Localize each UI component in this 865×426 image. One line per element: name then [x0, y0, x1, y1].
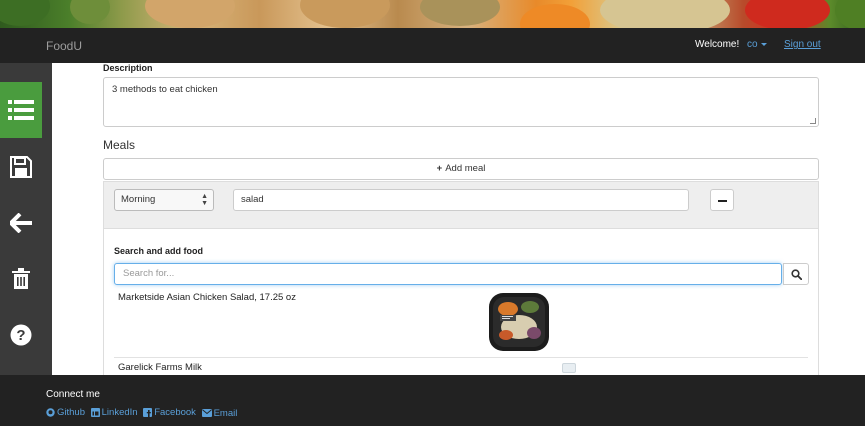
add-meal-button[interactable]: + Add meal: [103, 158, 819, 180]
milk-product-image[interactable]: [562, 363, 576, 373]
caret-down-icon: [760, 42, 767, 46]
social-links: Github LinkedIn Facebook Email: [46, 407, 240, 420]
linkedin-link[interactable]: LinkedIn: [90, 407, 138, 418]
food-result-item[interactable]: Marketside Asian Chicken Salad, 17.25 oz: [118, 292, 296, 303]
food-result-item[interactable]: Garelick Farms Milk: [118, 362, 202, 373]
brand-logo[interactable]: FoodU: [46, 39, 82, 53]
envelope-icon: [201, 409, 212, 417]
sidebar-item-delete[interactable]: [0, 251, 42, 307]
meal-name-input[interactable]: salad: [233, 189, 689, 211]
top-navbar: FoodU Welcome! co Sign out: [0, 28, 865, 63]
meal-time-value: Morning: [121, 194, 156, 205]
description-textarea[interactable]: 3 methods to eat chicken: [103, 77, 819, 127]
meal-time-select[interactable]: Morning ▲ ▼: [114, 189, 214, 211]
trash-icon: [12, 268, 30, 289]
linkedin-label: LinkedIn: [101, 407, 138, 418]
save-icon: [10, 156, 32, 178]
svg-text:?: ?: [16, 327, 25, 344]
search-food-panel: Search and add food Search for... Market…: [103, 229, 819, 375]
facebook-link[interactable]: Facebook: [143, 407, 196, 418]
search-input[interactable]: Search for...: [114, 263, 782, 285]
search-title: Search and add food: [114, 246, 204, 256]
main-content: Description 3 methods to eat chicken Mea…: [52, 63, 865, 375]
facebook-label: Facebook: [154, 407, 196, 418]
sidebar-item-help[interactable]: ?: [0, 307, 42, 363]
username: co: [747, 39, 758, 50]
select-arrows-icon: ▲ ▼: [201, 193, 208, 207]
meals-heading: Meals: [103, 138, 136, 152]
minus-icon: [718, 200, 727, 202]
divider: [114, 357, 808, 358]
github-label: Github: [57, 407, 85, 418]
banner-image: [0, 0, 865, 28]
email-label: Email: [213, 407, 238, 419]
remove-meal-button[interactable]: [710, 189, 734, 211]
sign-out-link[interactable]: Sign out: [784, 39, 821, 50]
facebook-icon: [143, 408, 153, 417]
arrow-left-icon: [10, 213, 32, 233]
search-placeholder: Search for...: [123, 268, 175, 279]
add-meal-label: Add meal: [445, 163, 486, 174]
sidebar-item-save[interactable]: [0, 139, 42, 195]
sidebar-item-back[interactable]: [0, 195, 42, 251]
meal-name-value: salad: [241, 194, 264, 205]
list-icon: [8, 100, 34, 120]
search-button[interactable]: [783, 263, 809, 285]
sidebar: ?: [0, 63, 52, 375]
footer: Connect me Github LinkedIn Facebook Emai…: [0, 375, 865, 426]
github-icon: [46, 408, 55, 417]
meal-row: Morning ▲ ▼ salad: [103, 181, 819, 229]
search-icon: [790, 268, 802, 280]
resize-handle[interactable]: [810, 118, 816, 124]
question-circle-icon: ?: [10, 324, 32, 346]
user-menu-dropdown[interactable]: co: [747, 39, 767, 50]
email-link[interactable]: Email: [201, 407, 238, 419]
salad-product-image[interactable]: [488, 291, 550, 353]
github-link[interactable]: Github: [46, 407, 85, 418]
sidebar-item-list[interactable]: [0, 82, 42, 138]
footer-heading: Connect me: [46, 389, 100, 400]
linkedin-icon: [90, 408, 100, 417]
plus-icon: +: [436, 163, 443, 174]
description-value: 3 methods to eat chicken: [112, 84, 218, 95]
welcome-text: Welcome!: [695, 39, 740, 50]
description-label: Description: [103, 63, 153, 73]
